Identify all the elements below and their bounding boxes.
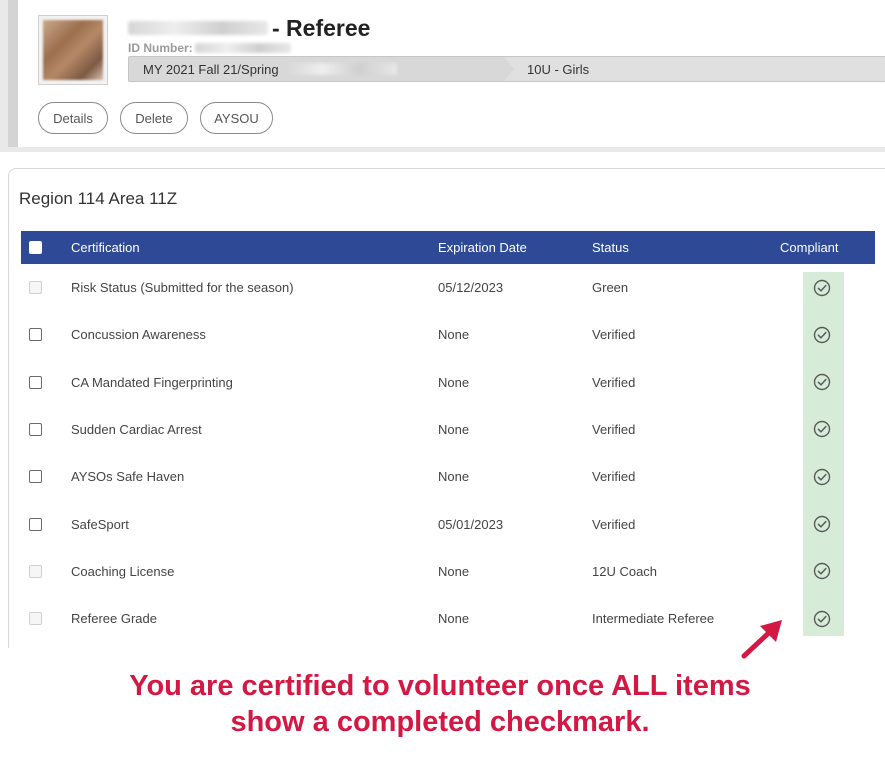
delete-button[interactable]: Delete bbox=[120, 102, 188, 134]
header-expiration-date[interactable]: Expiration Date bbox=[438, 231, 527, 264]
row-select-cell bbox=[29, 264, 42, 311]
row-checkbox[interactable] bbox=[29, 375, 42, 389]
check-circle-icon bbox=[813, 326, 831, 343]
certification-cell: Concussion Awareness bbox=[71, 327, 206, 343]
expiration-date-cell: None bbox=[438, 611, 470, 627]
breadcrumb-program[interactable]: MY 2021 Fall 21/Spring bbox=[129, 57, 514, 81]
certification-cell: CA Mandated Fingerprinting bbox=[71, 374, 233, 390]
certification-cell: Risk Status (Submitted for the season) bbox=[71, 280, 294, 295]
row-checkbox bbox=[29, 612, 42, 626]
certification-cell: SafeSport bbox=[71, 516, 129, 532]
volunteer-header: - Referee ID Number: MY 2021 Fall 21/Spr… bbox=[8, 0, 885, 147]
compliant-cell bbox=[813, 453, 831, 500]
select-all-cell bbox=[29, 231, 42, 264]
expiration-date-cell: 05/01/2023 bbox=[438, 516, 504, 532]
status-cell: Verified bbox=[592, 374, 636, 390]
row-select-cell bbox=[29, 595, 42, 642]
check-circle-icon bbox=[813, 563, 831, 580]
compliant-cell bbox=[813, 311, 831, 358]
arrow-up-right-icon bbox=[741, 620, 782, 659]
compliant-cell bbox=[813, 548, 831, 595]
row-checkbox[interactable] bbox=[29, 470, 42, 484]
row-select-cell bbox=[29, 359, 42, 406]
redacted-id-number bbox=[194, 43, 291, 53]
row-select-cell bbox=[29, 311, 42, 358]
avatar bbox=[38, 15, 108, 85]
avatar-photo bbox=[43, 20, 103, 80]
expiration-date-cell: None bbox=[438, 374, 470, 390]
table-row[interactable]: Risk Status (Submitted for the season) 05… bbox=[21, 264, 875, 311]
volunteer-name-line: - Referee bbox=[128, 14, 370, 42]
breadcrumb-division-label: 10U - Girls bbox=[527, 61, 590, 77]
callout-line-2: show a completed checkmark. bbox=[230, 706, 650, 738]
check-circle-icon bbox=[813, 515, 831, 533]
compliant-cell bbox=[813, 359, 831, 406]
table-row[interactable]: CA Mandated Fingerprinting None Verified bbox=[21, 359, 875, 406]
row-select-cell bbox=[29, 453, 42, 500]
certification-cell: AYSOs Safe Haven bbox=[71, 469, 185, 485]
callout-line-1: You are certified to volunteer once ALL … bbox=[129, 670, 751, 702]
header-compliant[interactable]: Compliant bbox=[780, 231, 839, 264]
select-all-checkbox[interactable] bbox=[29, 241, 42, 254]
status-cell: Verified bbox=[592, 516, 636, 532]
table-row[interactable]: SafeSport 05/01/2023 Verified bbox=[21, 501, 875, 548]
redacted-program-detail bbox=[284, 63, 397, 75]
breadcrumb-program-label: MY 2021 Fall 21/Spring bbox=[143, 61, 279, 77]
check-circle-icon bbox=[813, 279, 831, 296]
compliant-cell bbox=[813, 406, 831, 453]
status-cell: Green bbox=[592, 280, 629, 295]
id-number-label: ID Number: bbox=[128, 41, 193, 55]
certification-callout: You are certified to volunteer once ALL … bbox=[40, 668, 840, 740]
region-card: Region 114 Area 11Z Certification Expira… bbox=[8, 168, 885, 648]
status-cell: Intermediate Referee bbox=[592, 611, 715, 627]
row-checkbox bbox=[29, 281, 42, 294]
header-status[interactable]: Status bbox=[592, 231, 629, 264]
row-select-cell bbox=[29, 501, 42, 548]
compliant-cell bbox=[813, 595, 831, 642]
row-checkbox bbox=[29, 564, 42, 578]
status-cell: Verified bbox=[592, 421, 636, 437]
expiration-date-cell: None bbox=[438, 563, 470, 579]
region-title: Region 114 Area 11Z bbox=[19, 189, 178, 208]
row-select-cell bbox=[29, 548, 42, 595]
breadcrumb: MY 2021 Fall 21/Spring 10U - Girls bbox=[128, 56, 885, 82]
check-circle-icon bbox=[813, 610, 831, 627]
row-checkbox[interactable] bbox=[29, 517, 42, 531]
table-row[interactable]: Coaching License None 12U Coach bbox=[21, 548, 875, 595]
volunteer-role: - Referee bbox=[272, 14, 371, 41]
status-cell: Verified bbox=[592, 469, 636, 485]
check-circle-icon bbox=[813, 421, 831, 438]
table-row[interactable]: Concussion Awareness None Verified bbox=[21, 311, 875, 358]
aysou-button[interactable]: AYSOU bbox=[200, 102, 273, 134]
breadcrumb-division[interactable]: 10U - Girls bbox=[527, 57, 589, 81]
table-row[interactable]: AYSOs Safe Haven None Verified bbox=[21, 453, 875, 500]
certification-cell: Sudden Cardiac Arrest bbox=[71, 421, 202, 437]
status-cell: 12U Coach bbox=[592, 563, 658, 579]
header-certification[interactable]: Certification bbox=[71, 231, 140, 264]
expiration-date-cell: None bbox=[438, 327, 470, 343]
compliant-cell bbox=[813, 264, 831, 311]
certification-cell: Coaching License bbox=[71, 563, 175, 579]
table-row[interactable]: Sudden Cardiac Arrest None Verified bbox=[21, 406, 875, 453]
compliant-cell bbox=[813, 501, 831, 548]
redacted-name bbox=[128, 21, 268, 35]
id-number-line: ID Number: bbox=[128, 41, 291, 55]
check-circle-icon bbox=[813, 468, 831, 485]
expiration-date-cell: None bbox=[438, 469, 470, 485]
row-select-cell bbox=[29, 406, 42, 453]
expiration-date-cell: None bbox=[438, 421, 470, 437]
certification-cell: Referee Grade bbox=[71, 611, 157, 627]
row-checkbox[interactable] bbox=[29, 328, 42, 342]
expiration-date-cell: 05/12/2023 bbox=[438, 280, 504, 295]
row-checkbox[interactable] bbox=[29, 422, 42, 436]
details-button[interactable]: Details bbox=[38, 102, 108, 134]
certification-table-header: Certification Expiration Date Status Com… bbox=[21, 231, 875, 264]
check-circle-icon bbox=[813, 373, 831, 391]
status-cell: Verified bbox=[592, 327, 636, 343]
